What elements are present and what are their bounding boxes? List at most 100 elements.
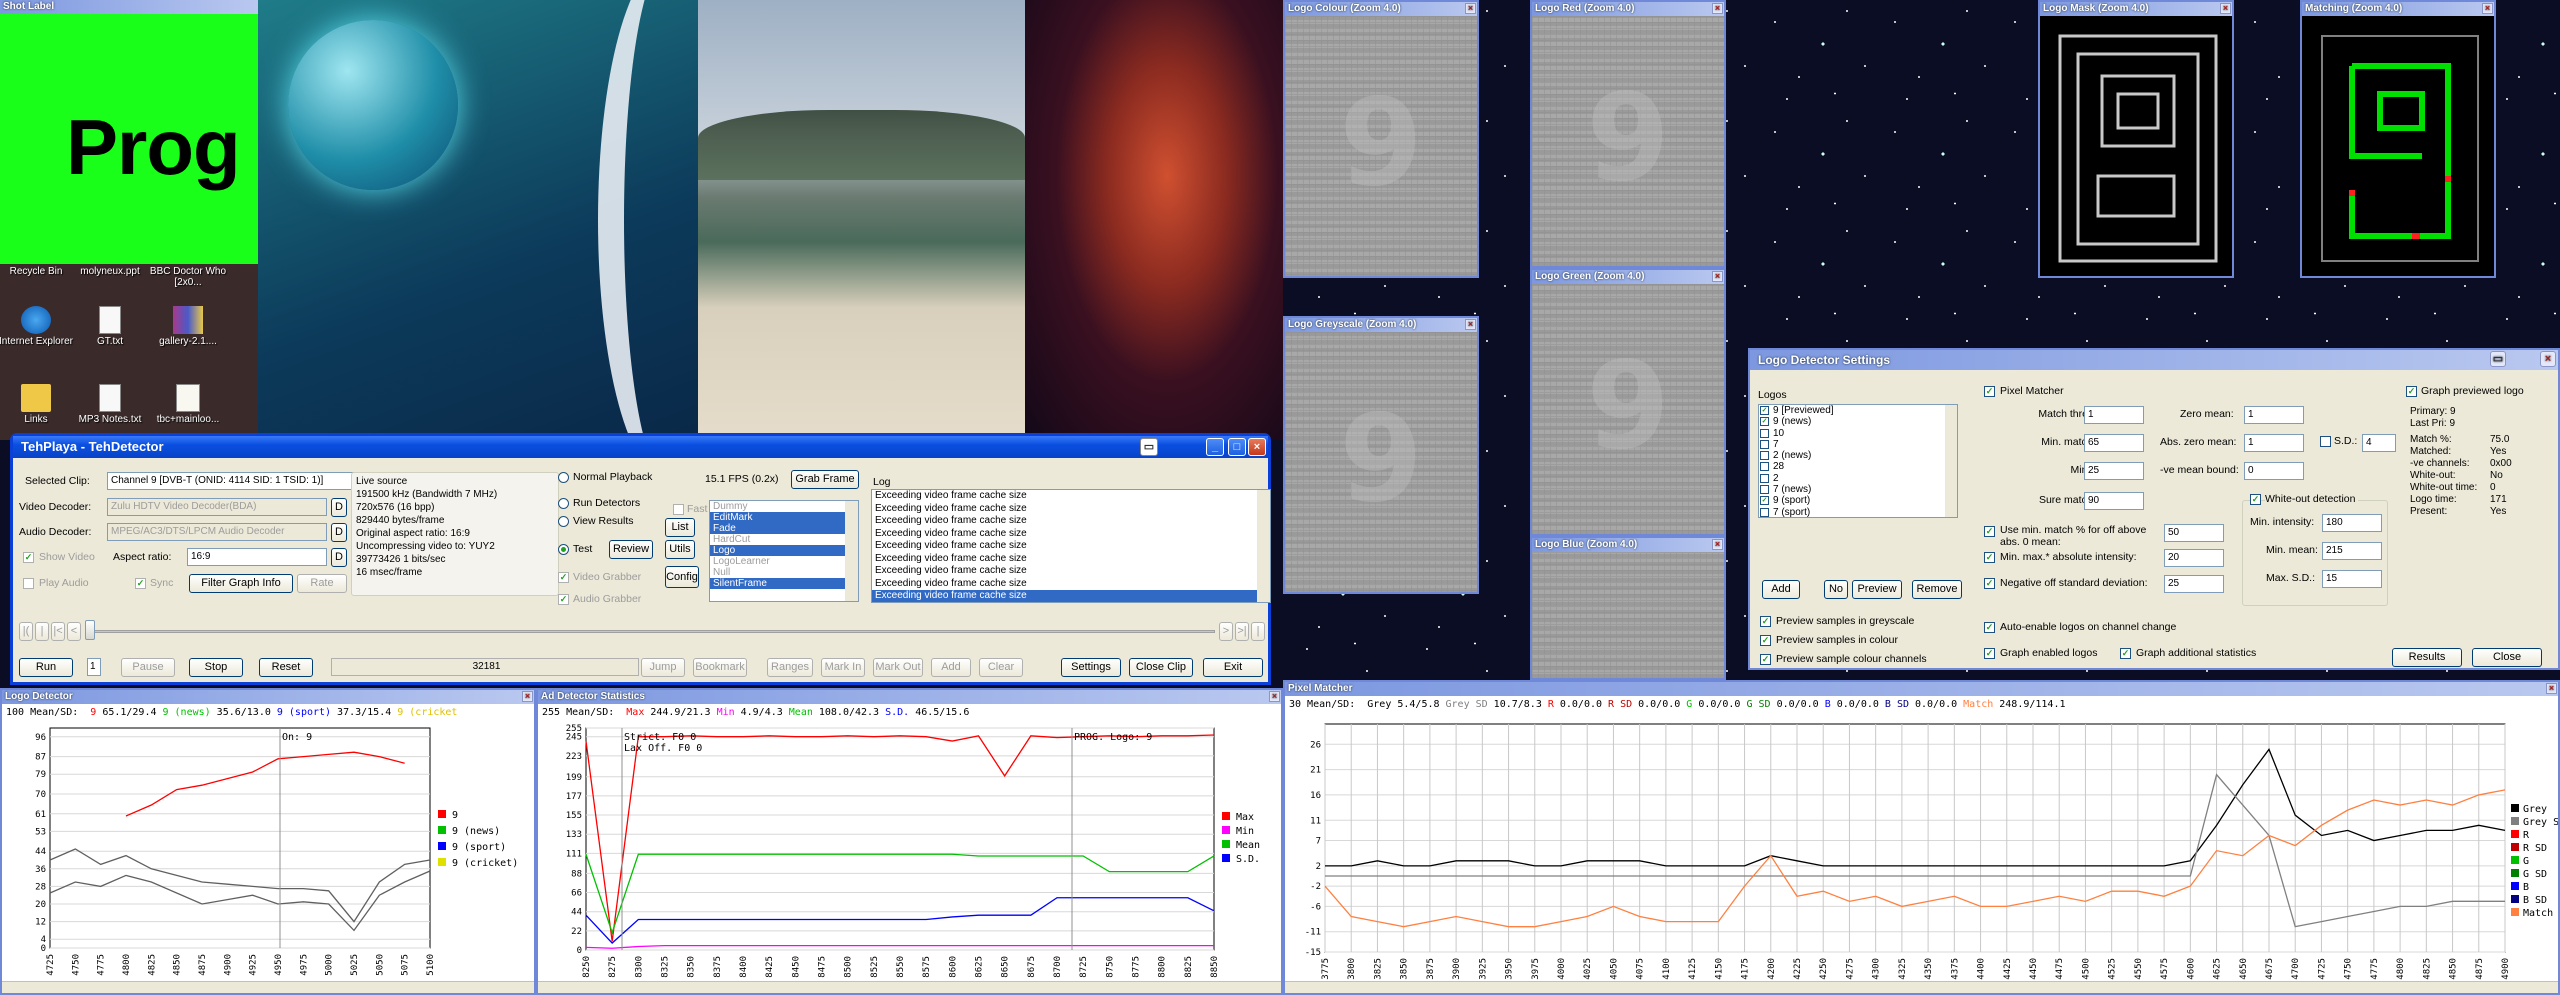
config-button[interactable]: Config bbox=[665, 566, 699, 588]
logo-list-item[interactable]: 10 bbox=[1759, 428, 1957, 439]
review-button[interactable]: Review bbox=[609, 540, 653, 559]
no-logo-button[interactable]: No bbox=[1824, 580, 1848, 599]
logo-checkbox[interactable] bbox=[1760, 485, 1769, 495]
aspect-d-button[interactable]: D bbox=[331, 548, 347, 567]
close-icon[interactable]: × bbox=[2546, 683, 2557, 694]
view-results-radio[interactable] bbox=[558, 516, 569, 527]
auto-enable-checkbox[interactable]: ✓ bbox=[1984, 622, 1995, 633]
close-icon[interactable]: × bbox=[522, 691, 533, 702]
sure-matches-field[interactable]: 90 bbox=[2084, 492, 2144, 510]
pixel-matcher-checkbox[interactable]: ✓ bbox=[1984, 386, 1995, 397]
neg-off-sd-field[interactable]: 25 bbox=[2164, 575, 2224, 593]
ranges-button[interactable]: Ranges bbox=[767, 658, 813, 677]
filter-graph-info-button[interactable]: Filter Graph Info bbox=[189, 574, 293, 593]
video-decoder-d-button[interactable]: D bbox=[331, 498, 347, 517]
use-min-match-checkbox[interactable]: ✓ bbox=[1984, 526, 1995, 537]
help-icon[interactable]: ▭ bbox=[1140, 438, 1158, 456]
sd-field[interactable]: 4 bbox=[2362, 434, 2396, 452]
close-icon[interactable]: × bbox=[2482, 3, 2493, 14]
desktop-icon-tbc-mainloop[interactable]: tbc+mainloo... bbox=[148, 384, 228, 425]
effects-list-item[interactable]: EditMark bbox=[710, 512, 858, 523]
settings-button[interactable]: Settings bbox=[1061, 658, 1121, 677]
nav-home-button[interactable]: |< bbox=[51, 622, 65, 641]
effects-scrollbar[interactable] bbox=[845, 501, 858, 601]
mark-out-button[interactable]: Mark Out bbox=[873, 658, 923, 677]
desktop-icon-molyneux[interactable]: molyneux.ppt bbox=[70, 266, 150, 277]
list-button[interactable]: List bbox=[665, 518, 695, 537]
nav-start-button[interactable]: |( bbox=[19, 622, 33, 641]
play-audio-checkbox[interactable] bbox=[23, 578, 34, 589]
ad-stats-hscroll[interactable] bbox=[538, 981, 1281, 993]
effects-list-item[interactable]: SilentFrame bbox=[710, 578, 858, 589]
results-button[interactable]: Results bbox=[2392, 648, 2462, 667]
logo-list-item[interactable]: 28 bbox=[1759, 461, 1957, 472]
neg-off-sd-checkbox[interactable]: ✓ bbox=[1984, 578, 1995, 589]
audio-decoder-select[interactable]: MPEG/AC3/DTS/LPCM Audio Decoder bbox=[107, 523, 327, 541]
logo-list-item[interactable]: ✓ 9 (news) bbox=[1759, 416, 1957, 427]
desktop-icon-gallery[interactable]: gallery-2.1.... bbox=[148, 306, 228, 347]
logo-detector-hscroll[interactable] bbox=[2, 981, 534, 993]
add-logo-button[interactable]: Add bbox=[1762, 580, 1800, 599]
close-icon[interactable]: × bbox=[1712, 271, 1723, 282]
bookmark-button[interactable]: Bookmark bbox=[693, 658, 747, 677]
use-min-match-field[interactable]: 50 bbox=[2164, 524, 2224, 542]
graph-previewed-checkbox[interactable]: ✓ bbox=[2406, 386, 2417, 397]
run-button[interactable]: Run bbox=[19, 658, 73, 677]
logo-list-item[interactable]: 2 bbox=[1759, 473, 1957, 484]
min-time-field[interactable]: 25 bbox=[2084, 462, 2144, 480]
clear-button[interactable]: Clear bbox=[979, 658, 1023, 677]
stop-button[interactable]: Stop bbox=[189, 658, 243, 677]
seek-slider-thumb[interactable] bbox=[85, 620, 95, 640]
grab-frame-button[interactable]: Grab Frame bbox=[791, 470, 859, 489]
logo-checkbox[interactable]: ✓ bbox=[1760, 417, 1769, 427]
remove-logo-button[interactable]: Remove bbox=[1912, 580, 1962, 599]
close-clip-button[interactable]: Close Clip bbox=[1129, 658, 1193, 677]
effects-list-item[interactable]: Logo bbox=[710, 545, 858, 556]
seek-slider-track[interactable] bbox=[85, 630, 1215, 633]
log-scrollbar[interactable] bbox=[1257, 490, 1270, 602]
maximize-icon[interactable]: □ bbox=[1228, 438, 1246, 456]
desktop-icon-links[interactable]: Links bbox=[0, 384, 76, 425]
desktop-icon-internet-explorer[interactable]: Internet Explorer bbox=[0, 306, 76, 347]
close-icon[interactable]: × bbox=[1465, 319, 1476, 330]
nav-back-button[interactable]: < bbox=[67, 622, 81, 641]
preview-colour-checkbox[interactable]: ✓ bbox=[1760, 635, 1771, 646]
abs-zero-mean-field[interactable]: 1 bbox=[2244, 434, 2304, 452]
logo-checkbox[interactable] bbox=[1760, 451, 1769, 461]
rate-button[interactable]: Rate bbox=[297, 574, 347, 593]
desktop-icon-bbc-doctor-who[interactable]: BBC Doctor Who [2x0... bbox=[148, 266, 228, 288]
logo-checkbox[interactable] bbox=[1760, 473, 1769, 483]
graph-enabled-checkbox[interactable]: ✓ bbox=[1984, 648, 1995, 659]
add-mark-button[interactable]: Add bbox=[931, 658, 971, 677]
close-icon[interactable]: × bbox=[1269, 691, 1280, 702]
video-grabber-checkbox[interactable]: ✓ bbox=[558, 572, 569, 583]
exit-button[interactable]: Exit bbox=[1203, 658, 1263, 677]
test-radio[interactable] bbox=[558, 544, 569, 555]
whiteout-min-intensity-field[interactable]: 180 bbox=[2322, 514, 2382, 532]
min-max-abs-checkbox[interactable]: ✓ bbox=[1984, 552, 1995, 563]
jump-button[interactable]: Jump bbox=[641, 658, 685, 677]
video-decoder-select[interactable]: Zulu HDTV Video Decoder(BDA) bbox=[107, 498, 327, 516]
show-video-checkbox[interactable]: ✓ bbox=[23, 552, 34, 563]
close-icon[interactable]: × bbox=[2540, 351, 2556, 367]
min-max-abs-field[interactable]: 20 bbox=[2164, 549, 2224, 567]
logos-list[interactable]: ✓ 9 [Previewed] ✓ 9 (news) 10 7 2 (news) 2… bbox=[1758, 404, 1958, 518]
frame-step-field[interactable]: 1 bbox=[87, 658, 101, 676]
desktop-icon-gt-txt[interactable]: GT.txt bbox=[70, 306, 150, 347]
close-icon[interactable]: × bbox=[1248, 438, 1266, 456]
effects-list-item[interactable]: Null bbox=[710, 567, 858, 578]
logo-checkbox[interactable]: ✓ bbox=[1760, 406, 1769, 415]
logo-list-item[interactable]: 7 (news) bbox=[1759, 484, 1957, 495]
whiteout-min-mean-field[interactable]: 215 bbox=[2322, 542, 2382, 560]
restore-icon[interactable]: ▭ bbox=[2490, 351, 2506, 367]
logo-list-item[interactable]: 7 bbox=[1759, 439, 1957, 450]
run-detectors-radio[interactable] bbox=[558, 498, 569, 509]
reset-button[interactable]: Reset bbox=[259, 658, 313, 677]
audio-decoder-d-button[interactable]: D bbox=[331, 523, 347, 542]
utils-button[interactable]: Utils bbox=[665, 540, 695, 559]
logo-checkbox[interactable] bbox=[1760, 439, 1769, 449]
preview-greyscale-checkbox[interactable]: ✓ bbox=[1760, 616, 1771, 627]
effects-list-item[interactable]: HardCut bbox=[710, 534, 858, 545]
nav-end-button[interactable]: >| bbox=[1235, 622, 1249, 641]
close-icon[interactable]: × bbox=[2220, 3, 2231, 14]
